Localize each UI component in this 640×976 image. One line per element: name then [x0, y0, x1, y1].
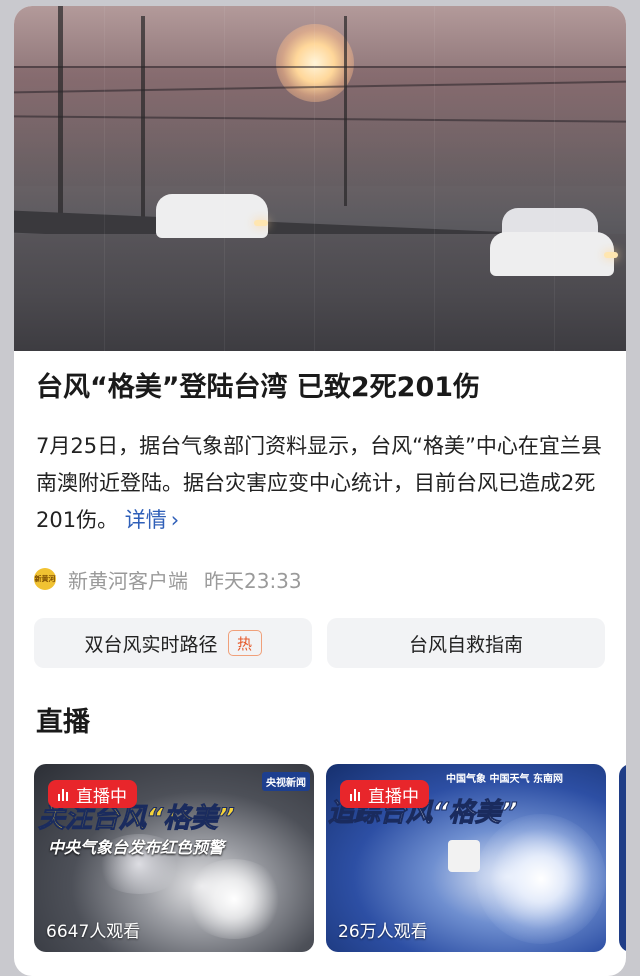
- channel-logo: 央视新闻: [262, 772, 310, 791]
- live-subtitle: 中央气象台发布红色预警: [48, 838, 225, 857]
- live-bars-icon: [350, 787, 362, 801]
- self-rescue-guide-button[interactable]: 台风自救指南: [327, 618, 605, 668]
- details-link[interactable]: 详情: [125, 508, 167, 532]
- typhoon-track-button[interactable]: 双台风实时路径 热: [34, 618, 312, 668]
- source-name[interactable]: 新黄河客户端: [68, 565, 188, 594]
- article-summary: 7月25日，据台气象部门资料显示，台风“格美”中心在宜兰县南澳附近登陆。据台灾害…: [36, 428, 616, 539]
- article-title[interactable]: 台风“格美”登陆台湾 已致2死201伤: [36, 368, 616, 408]
- car: [490, 232, 614, 276]
- live-card[interactable]: 中国气象 中国天气 东南网 追踪台风“格美” 直播中 26万人观看: [326, 764, 606, 952]
- pill-label: 台风自救指南: [408, 633, 523, 656]
- publish-time: 昨天23:33: [204, 568, 302, 593]
- live-badge: 直播中: [340, 780, 429, 808]
- viewer-count: 6647人观看: [46, 922, 141, 942]
- live-card[interactable]: 关注台风“格美” 中央气象台发布红色预警 央视新闻 直播中 6647人观看: [34, 764, 314, 952]
- source-logo-icon: 新黄河: [34, 568, 56, 590]
- partner-logos: 中国气象 中国天气 东南网: [446, 774, 563, 785]
- hero-photo[interactable]: [14, 6, 626, 351]
- viewer-count: 26万人观看: [338, 922, 428, 942]
- camera-icon: [448, 840, 480, 872]
- source-row: 新黄河 新黄河客户端 昨天23:33: [34, 564, 302, 594]
- sun-glare: [276, 24, 354, 102]
- news-card[interactable]: 台风“格美”登陆台湾 已致2死201伤 7月25日，据台气象部门资料显示，台风“…: [14, 6, 626, 976]
- live-bars-icon: [58, 787, 70, 801]
- chevron-right-icon[interactable]: ›: [171, 508, 179, 532]
- hot-badge: 热: [227, 630, 262, 656]
- live-card-partial[interactable]: [619, 764, 626, 952]
- live-badge: 直播中: [48, 780, 137, 808]
- summary-text: 7月25日，据台气象部门资料显示，台风“格美”中心在宜兰县南澳附近登陆。据台灾害…: [36, 434, 602, 532]
- live-section-title: 直播: [36, 707, 90, 738]
- pill-label: 双台风实时路径: [84, 633, 218, 656]
- car: [156, 194, 268, 238]
